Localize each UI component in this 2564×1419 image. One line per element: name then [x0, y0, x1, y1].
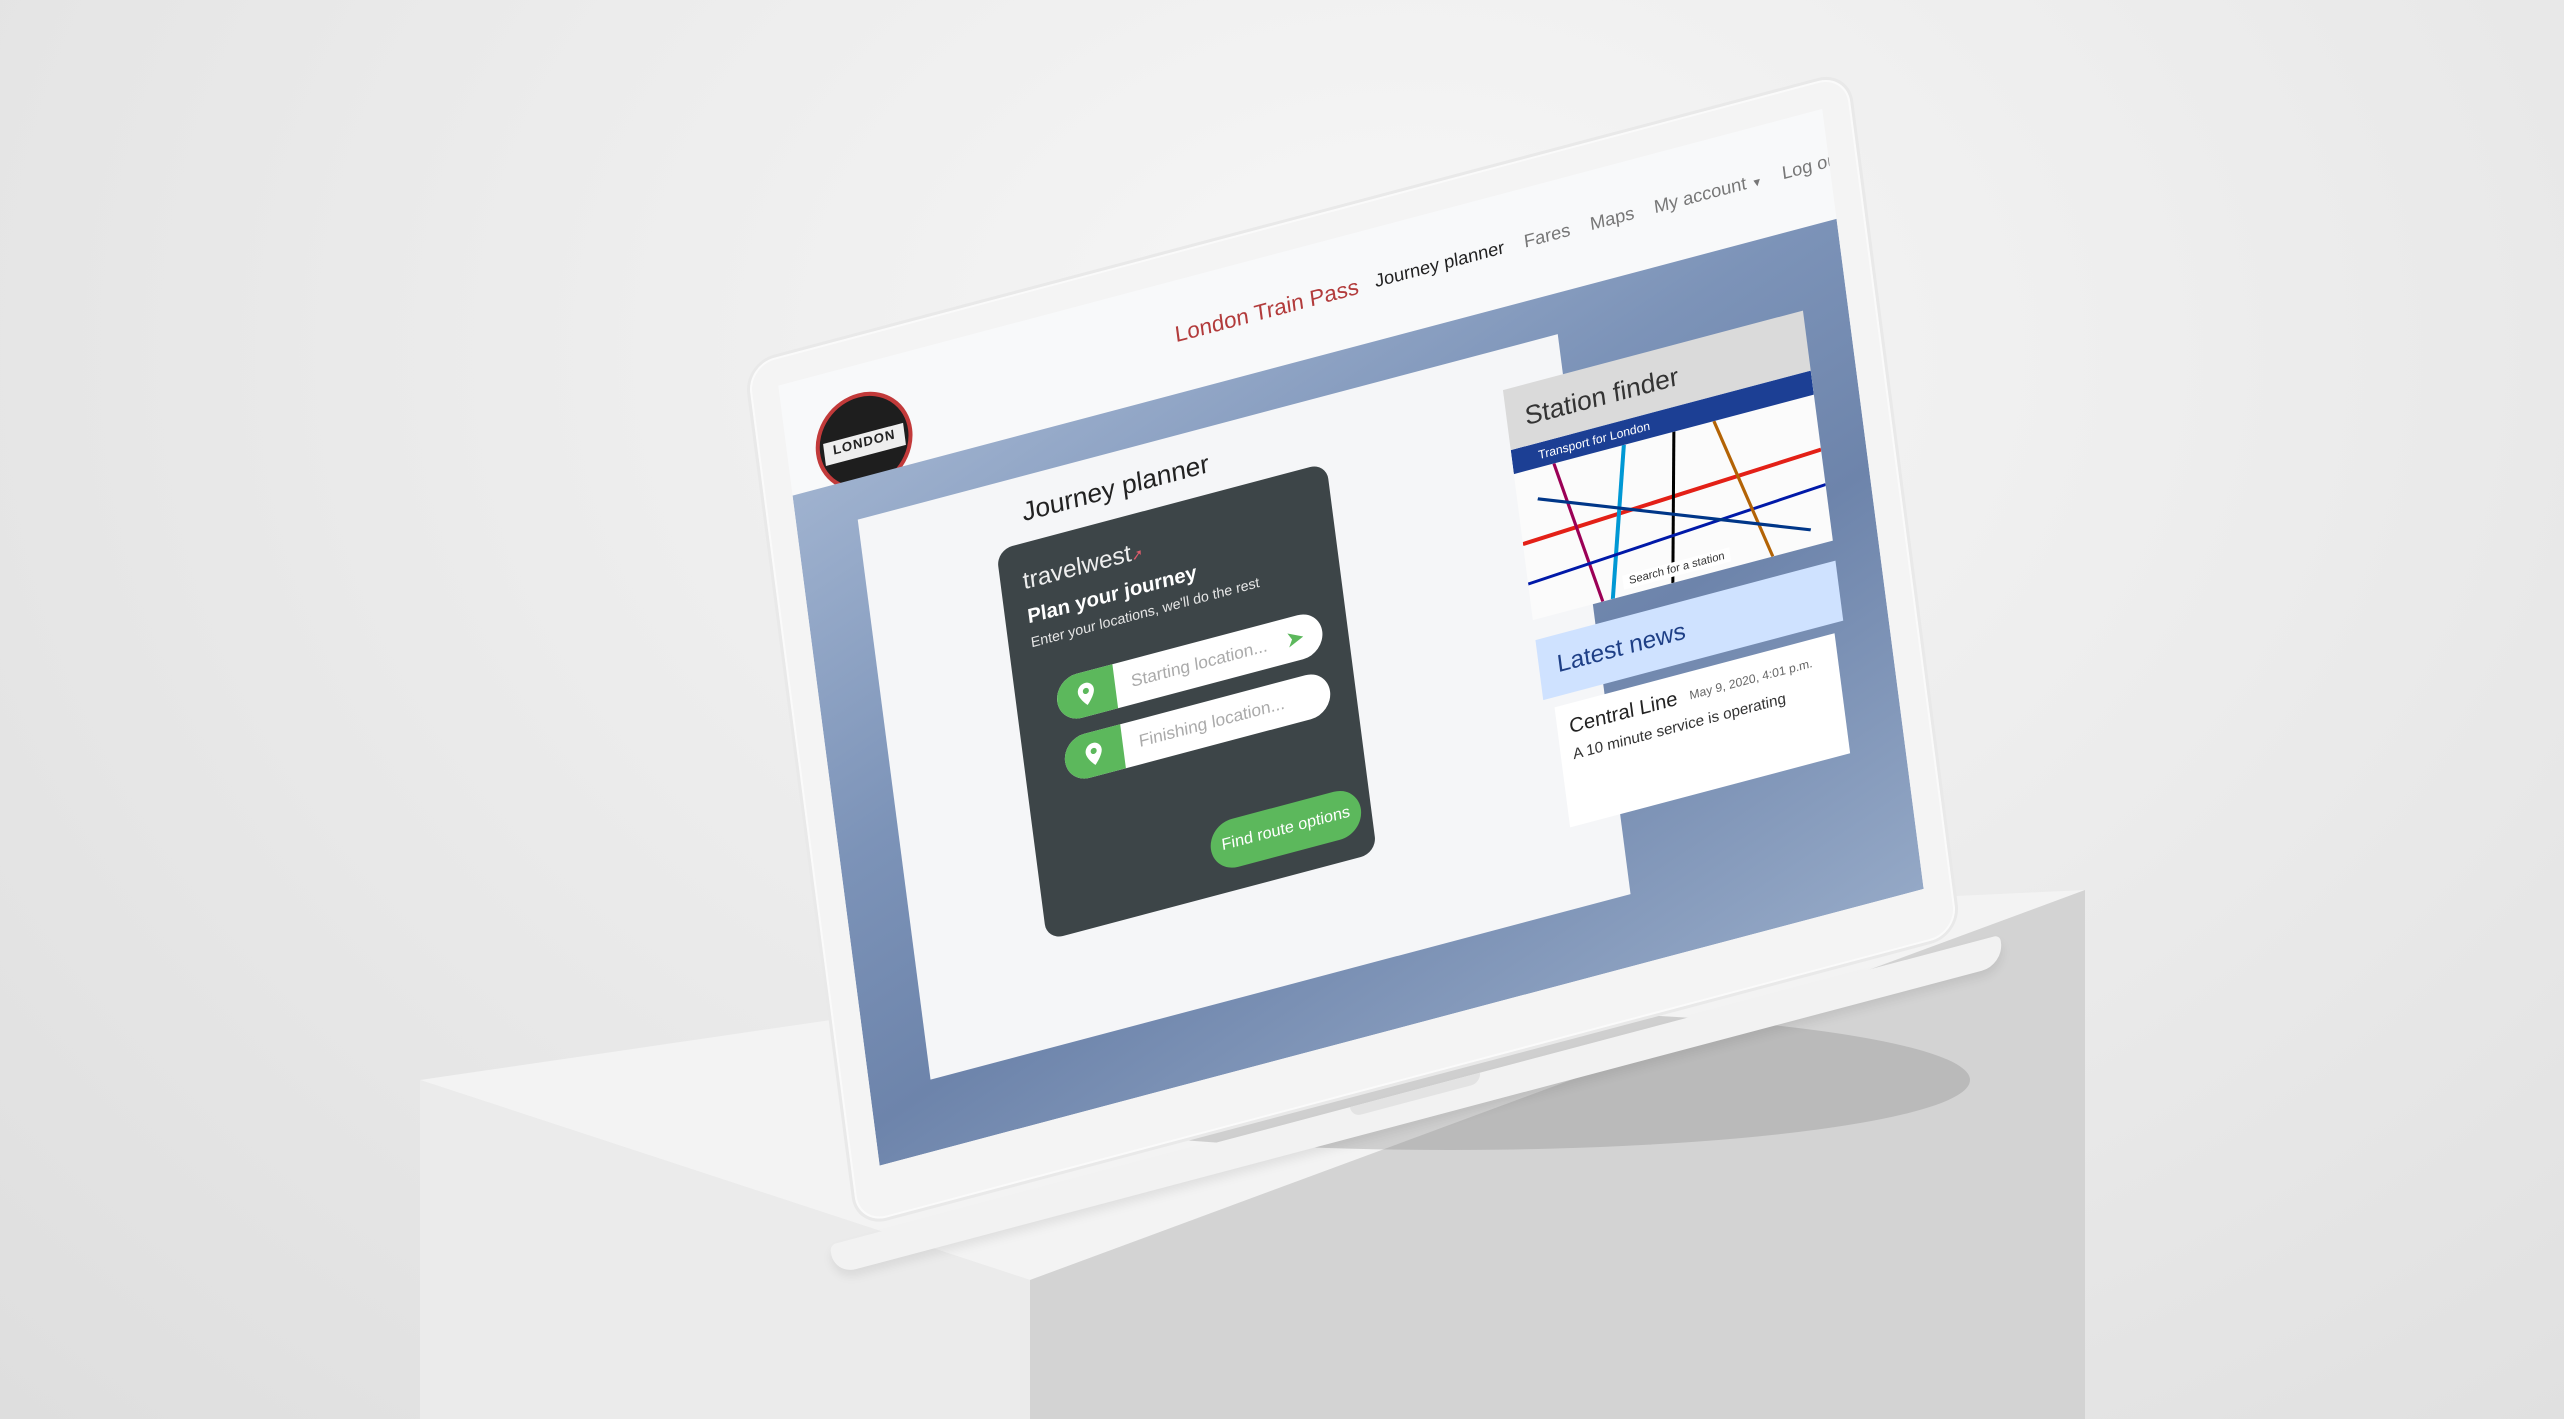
map-pin-icon [1054, 664, 1119, 724]
start-location-placeholder: Starting location... [1129, 635, 1269, 692]
map-pin-icon [1062, 724, 1126, 784]
nav-log-out[interactable]: Log out [1781, 147, 1844, 184]
find-route-options-button[interactable]: Find route options [1207, 785, 1365, 874]
locate-me-icon[interactable]: ➤ [1284, 623, 1306, 654]
brand-link[interactable]: London Train Pass [1173, 274, 1360, 349]
my-account-label: My account [1652, 172, 1748, 218]
finish-location-placeholder: Finishing location... [1137, 693, 1286, 752]
chevron-down-icon: ▼ [1750, 175, 1764, 191]
nav-maps[interactable]: Maps [1589, 203, 1636, 236]
nav-journey-planner[interactable]: Journey planner [1374, 237, 1506, 292]
arrow-icon: ➚ [1130, 544, 1145, 564]
nav-fares[interactable]: Fares [1523, 220, 1572, 253]
nav-my-account[interactable]: My account ▼ [1653, 169, 1764, 219]
